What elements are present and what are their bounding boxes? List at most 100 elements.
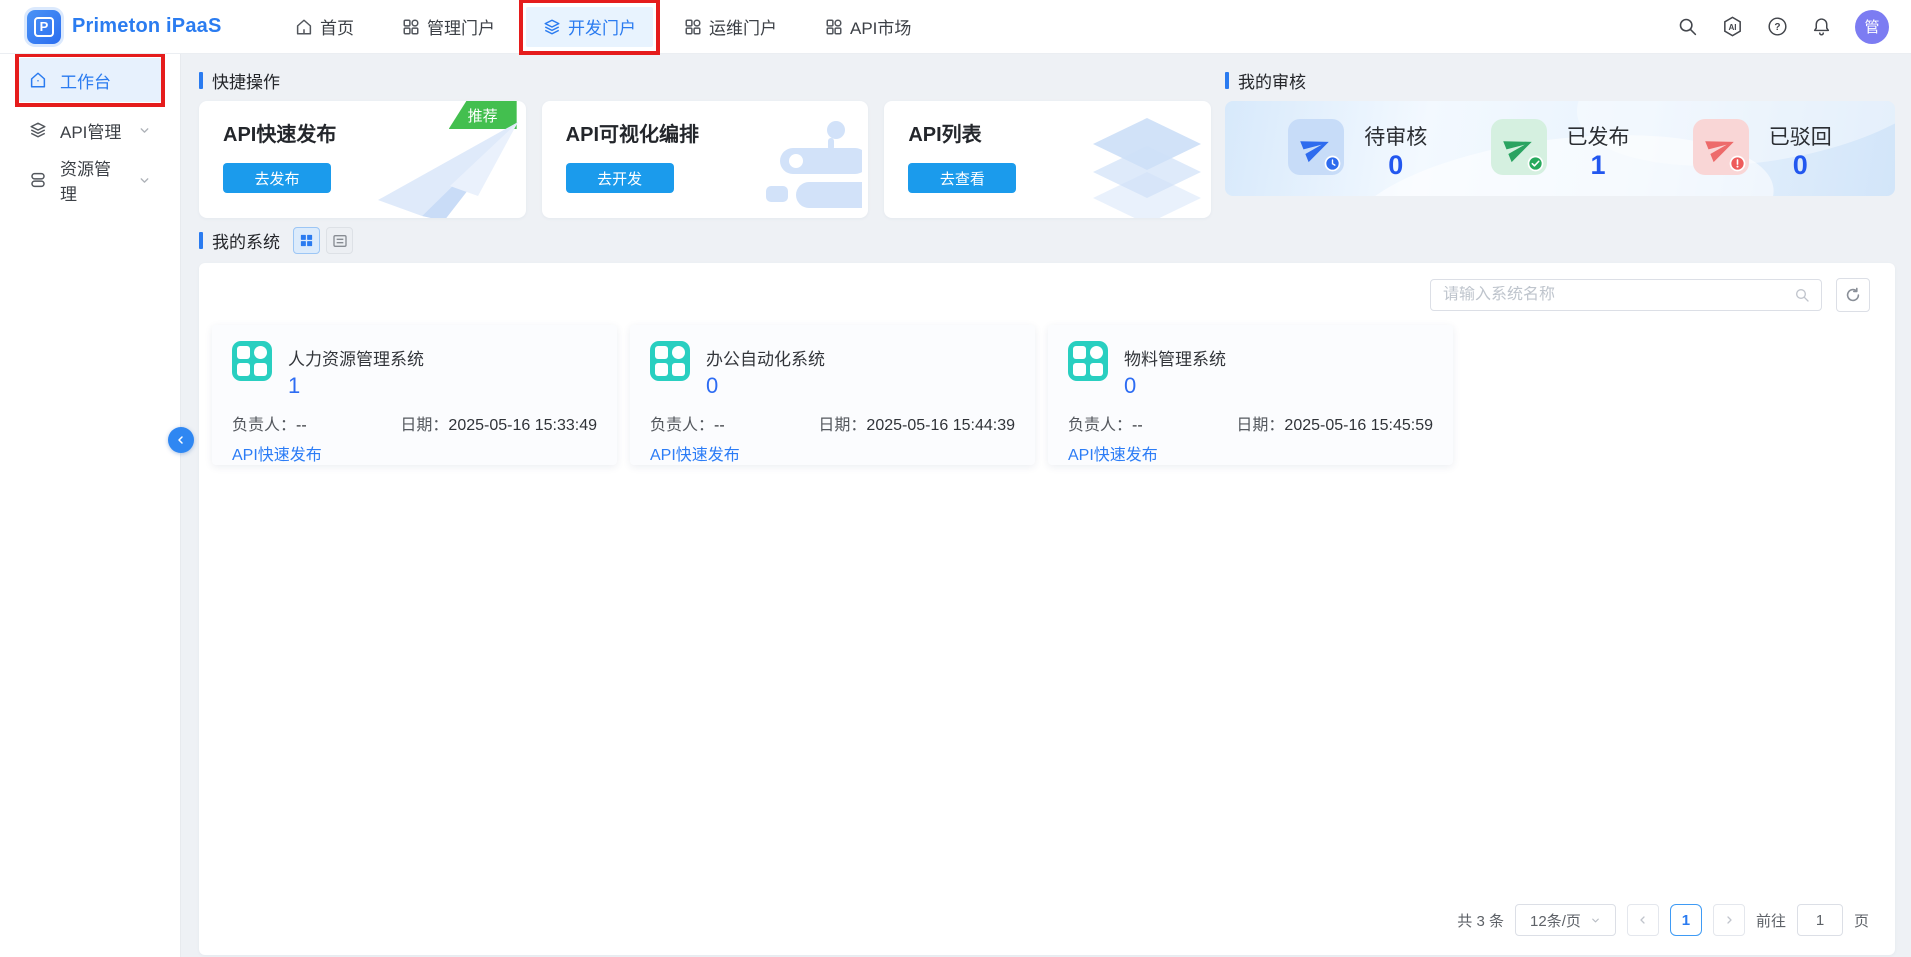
view-toggle (293, 227, 353, 254)
api-quick-publish-link[interactable]: API快速发布 (1068, 441, 1158, 465)
date-label: 日期： (400, 417, 448, 434)
user-avatar[interactable]: 管 (1855, 10, 1889, 44)
chevron-left-icon (175, 434, 187, 446)
chevron-left-icon (1637, 914, 1649, 926)
chevron-down-icon (138, 124, 151, 137)
bell-icon[interactable] (1811, 16, 1832, 37)
main-content: 快捷操作 API快速发布 去发布 推荐 API可视化编排 去开发 (181, 54, 1911, 957)
system-api-count: 0 (706, 373, 718, 399)
search-icon[interactable] (1794, 287, 1810, 303)
system-search-input[interactable] (1431, 286, 1794, 304)
plane-alert-icon (1693, 119, 1749, 175)
sidebar-item-label: API管理 (60, 118, 121, 143)
recommended-badge: 推荐 (449, 101, 517, 129)
topnav-item-api-market[interactable]: API市场 (808, 7, 928, 47)
owner-value: -- (1132, 417, 1143, 434)
go-develop-button[interactable]: 去开发 (566, 163, 674, 193)
home-icon (29, 71, 47, 89)
my-systems-panel: 人力资源管理系统 1 负责人：-- 日期：2025-05-16 15:33:49… (199, 263, 1895, 955)
plane-clock-icon (1288, 119, 1344, 175)
api-quick-publish-link[interactable]: API快速发布 (232, 441, 322, 465)
list-view-button[interactable] (326, 227, 353, 254)
stat-value: 0 (1769, 152, 1832, 179)
system-api-count: 0 (1124, 373, 1136, 399)
svg-text:AI: AI (1728, 23, 1736, 32)
topnav-item-home[interactable]: 首页 (278, 7, 371, 47)
system-card-material: 物料管理系统 0 负责人：-- 日期：2025-05-16 15:45:59 A… (1048, 325, 1453, 465)
sidebar: 工作台 API管理 资源管理 (0, 54, 181, 957)
refresh-button[interactable] (1836, 278, 1870, 312)
quick-actions-title: 快捷操作 (199, 67, 1211, 93)
page-size-select[interactable]: 12条/页 (1515, 904, 1616, 936)
layers-icon (29, 121, 47, 139)
owner-label: 负责人： (650, 417, 714, 434)
stat-label: 已驳回 (1769, 121, 1832, 151)
pagination: 共 3 条 12条/页 1 前往 页 (199, 904, 1895, 955)
owner-label: 负责人： (232, 417, 296, 434)
quick-action-card-api-publish: API快速发布 去发布 推荐 (199, 101, 526, 218)
sidebar-item-label: 资源管理 (60, 155, 125, 205)
system-search-box (1430, 279, 1822, 311)
system-card-list: 人力资源管理系统 1 负责人：-- 日期：2025-05-16 15:33:49… (199, 312, 1895, 465)
system-card-hr: 人力资源管理系统 1 负责人：-- 日期：2025-05-16 15:33:49… (212, 325, 617, 465)
system-meta: 负责人：-- 日期：2025-05-16 15:44:39 (650, 411, 1015, 435)
plane-check-icon (1491, 119, 1547, 175)
my-audit-title: 我的审核 (1225, 67, 1895, 93)
sidebar-item-api-management[interactable]: API管理 (19, 108, 161, 152)
stat-published: 已发布 1 (1491, 119, 1630, 179)
quick-action-card-api-list: API列表 去查看 (884, 101, 1211, 218)
systems-toolbar (199, 263, 1895, 312)
search-icon[interactable] (1677, 16, 1698, 37)
api-quick-publish-link[interactable]: API快速发布 (650, 441, 740, 465)
brand-logo-icon: P (27, 10, 61, 44)
topnav-item-ops-portal[interactable]: 运维门户 (667, 7, 794, 47)
my-systems-title: 我的系统 (199, 228, 280, 254)
goto-page-input[interactable] (1797, 904, 1843, 936)
prev-page-button[interactable] (1627, 904, 1659, 936)
avatar-text: 管 (1864, 16, 1879, 37)
grid-icon (684, 18, 702, 36)
system-grid-icon (650, 341, 690, 381)
pagination-total: 共 3 条 (1457, 910, 1504, 931)
topnav-item-admin-portal[interactable]: 管理门户 (385, 7, 512, 47)
date-value: 2025-05-16 15:45:59 (1284, 417, 1433, 434)
sidebar-item-label: 工作台 (60, 68, 111, 93)
next-page-button[interactable] (1713, 904, 1745, 936)
home-icon (295, 18, 313, 36)
grid-view-button[interactable] (293, 227, 320, 254)
ai-assistant-icon[interactable]: AI (1721, 15, 1744, 38)
topnav-item-label: 首页 (320, 14, 354, 39)
list-view-icon (332, 233, 348, 249)
top-navigation: P Primeton iPaaS 首页 管理门户 开发门户 (0, 0, 1911, 54)
date-label: 日期： (1236, 417, 1284, 434)
go-view-button[interactable]: 去查看 (908, 163, 1016, 193)
stat-pending-review: 待审核 0 (1288, 119, 1427, 179)
help-icon[interactable]: ? (1767, 16, 1788, 37)
system-name: 办公自动化系统 (706, 345, 825, 370)
grid-view-icon (299, 233, 314, 248)
topnav-item-dev-portal[interactable]: 开发门户 (526, 7, 653, 47)
database-icon (29, 171, 47, 189)
owner-value: -- (714, 417, 725, 434)
card-title: API列表 (908, 118, 1211, 147)
page-size-value: 12条/页 (1530, 910, 1581, 931)
date-value: 2025-05-16 15:44:39 (866, 417, 1015, 434)
owner-label: 负责人： (1068, 417, 1132, 434)
topnav-item-label: 运维门户 (709, 14, 777, 39)
check-badge-icon (1527, 155, 1544, 172)
quick-actions-section: 快捷操作 API快速发布 去发布 推荐 API可视化编排 去开发 (199, 67, 1211, 218)
go-publish-button[interactable]: 去发布 (223, 163, 331, 193)
system-card-oa: 办公自动化系统 0 负责人：-- 日期：2025-05-16 15:44:39 … (630, 325, 1035, 465)
sidebar-item-workbench[interactable]: 工作台 (19, 58, 161, 102)
clock-badge-icon (1324, 155, 1341, 172)
stat-rejected: 已驳回 0 (1693, 119, 1832, 179)
sidebar-collapse-button[interactable] (168, 427, 194, 453)
page-1-button[interactable]: 1 (1670, 904, 1702, 936)
topnav-menu: 首页 管理门户 开发门户 运维门户 API市场 (278, 7, 928, 47)
system-grid-icon (232, 341, 272, 381)
my-audit-section: 我的审核 待审核 0 (1225, 67, 1895, 218)
sidebar-item-resource-management[interactable]: 资源管理 (19, 158, 161, 202)
chevron-down-icon (1590, 915, 1601, 926)
grid-icon (825, 18, 843, 36)
svg-text:?: ? (1774, 22, 1780, 33)
